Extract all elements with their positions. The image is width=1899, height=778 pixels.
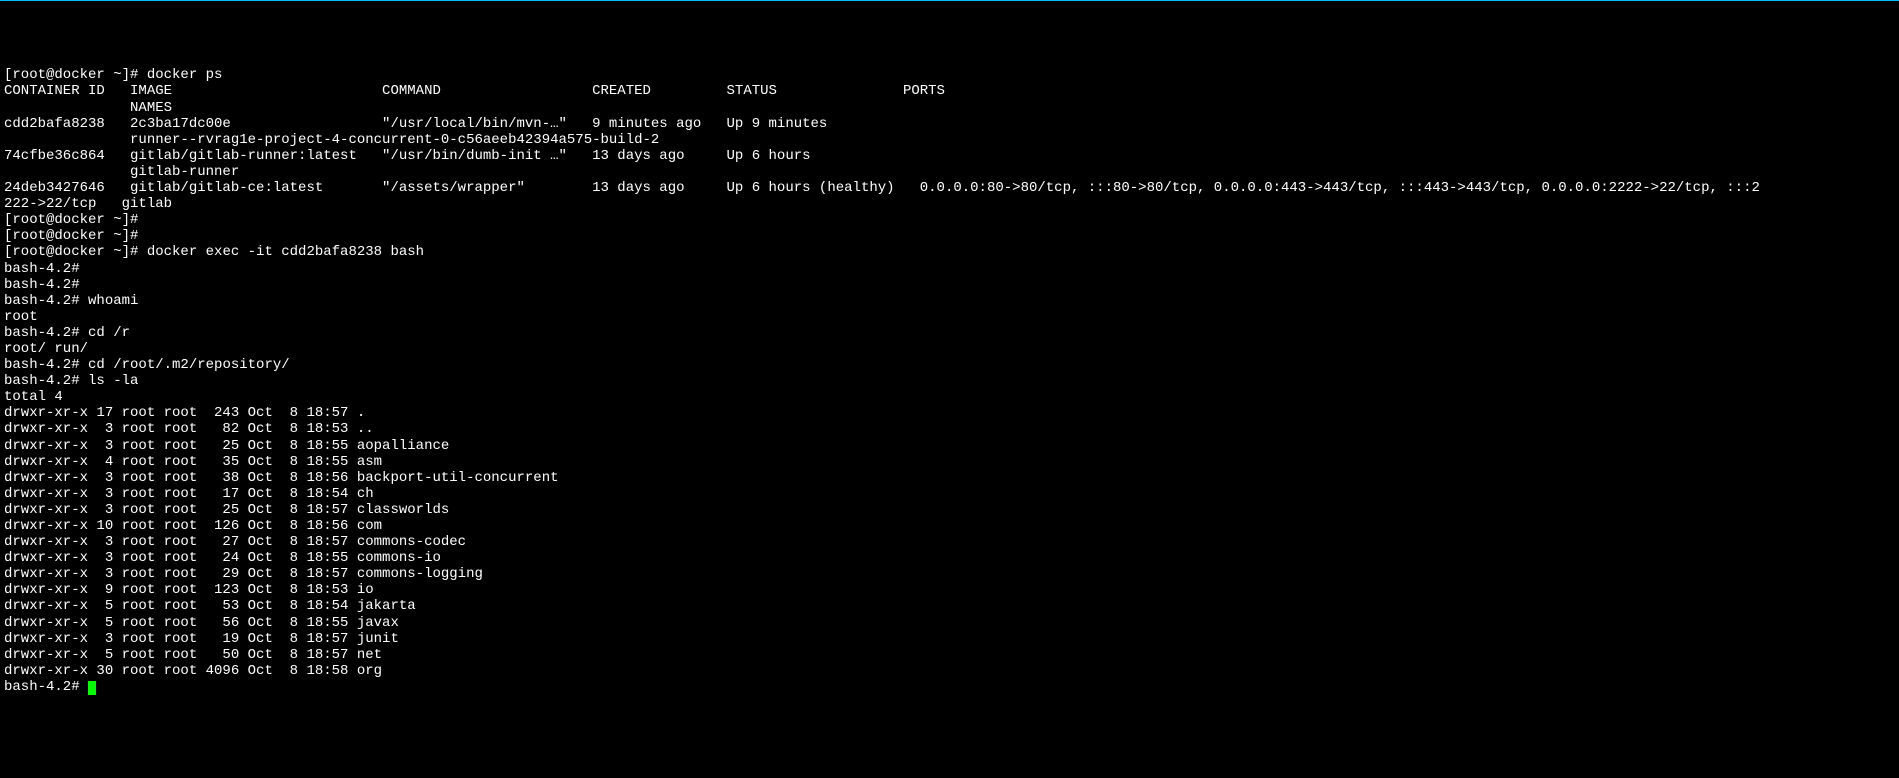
- ls-row: drwxr-xr-x 5 root root 53 Oct 8 18:54 ja…: [4, 598, 416, 614]
- container-row-1-names: runner--rvrag1e-project-4-concurrent-0-c…: [4, 132, 659, 148]
- ls-row: drwxr-xr-x 3 root root 29 Oct 8 18:57 co…: [4, 566, 483, 582]
- prompt: [root@docker ~]#: [4, 67, 147, 83]
- ls-row: drwxr-xr-x 4 root root 35 Oct 8 18:55 as…: [4, 454, 382, 470]
- bash-prompt: bash-4.2#: [4, 357, 88, 373]
- ls-total: total 4: [4, 389, 63, 405]
- ls-row: drwxr-xr-x 3 root root 19 Oct 8 18:57 ju…: [4, 631, 399, 647]
- ls-row: drwxr-xr-x 10 root root 126 Oct 8 18:56 …: [4, 518, 382, 534]
- bash-prompt: bash-4.2#: [4, 325, 88, 341]
- ls-row: drwxr-xr-x 5 root root 56 Oct 8 18:55 ja…: [4, 615, 399, 631]
- prompt-empty: [root@docker ~]#: [4, 212, 138, 228]
- ls-row: drwxr-xr-x 3 root root 38 Oct 8 18:56 ba…: [4, 470, 559, 486]
- cmd-whoami: whoami: [88, 293, 138, 309]
- bash-prompt: bash-4.2#: [4, 293, 88, 309]
- cd-r-output: root/ run/: [4, 341, 88, 357]
- bash-prompt: bash-4.2#: [4, 261, 88, 277]
- cmd-ls: ls -la: [88, 373, 138, 389]
- cmd-cd-m2: cd /root/.m2/repository/: [88, 357, 290, 373]
- prompt: [root@docker ~]#: [4, 244, 147, 260]
- ls-row: drwxr-xr-x 3 root root 25 Oct 8 18:57 cl…: [4, 502, 449, 518]
- bash-prompt: bash-4.2#: [4, 277, 88, 293]
- ls-row: drwxr-xr-x 17 root root 243 Oct 8 18:57 …: [4, 405, 365, 421]
- ls-row: drwxr-xr-x 3 root root 25 Oct 8 18:55 ao…: [4, 438, 449, 454]
- container-row-3-wrap: 222->22/tcp gitlab: [4, 196, 172, 212]
- container-row-3: 24deb3427646 gitlab/gitlab-ce:latest "/a…: [4, 180, 1760, 196]
- ls-row: drwxr-xr-x 3 root root 82 Oct 8 18:53 ..: [4, 421, 374, 437]
- cursor: [88, 681, 96, 695]
- ls-row: drwxr-xr-x 3 root root 17 Oct 8 18:54 ch: [4, 486, 374, 502]
- bash-prompt: bash-4.2#: [4, 679, 88, 695]
- cmd-docker-ps: docker ps: [147, 67, 223, 83]
- ls-row: drwxr-xr-x 3 root root 24 Oct 8 18:55 co…: [4, 550, 441, 566]
- whoami-output: root: [4, 309, 38, 325]
- terminal[interactable]: [root@docker ~]# docker ps CONTAINER ID …: [0, 65, 1899, 697]
- container-row-2: 74cfbe36c864 gitlab/gitlab-runner:latest…: [4, 148, 811, 164]
- ps-headers-names: NAMES: [4, 100, 172, 116]
- ls-row: drwxr-xr-x 9 root root 123 Oct 8 18:53 i…: [4, 582, 374, 598]
- ls-row: drwxr-xr-x 30 root root 4096 Oct 8 18:58…: [4, 663, 382, 679]
- prompt-empty: [root@docker ~]#: [4, 228, 138, 244]
- ps-headers: CONTAINER ID IMAGE COMMAND CREATED STATU…: [4, 83, 945, 99]
- bash-prompt: bash-4.2#: [4, 373, 88, 389]
- ls-row: drwxr-xr-x 5 root root 50 Oct 8 18:57 ne…: [4, 647, 382, 663]
- cmd-docker-exec: docker exec -it cdd2bafa8238 bash: [147, 244, 424, 260]
- ls-row: drwxr-xr-x 3 root root 27 Oct 8 18:57 co…: [4, 534, 466, 550]
- container-row-2-names: gitlab-runner: [4, 164, 239, 180]
- container-row-1: cdd2bafa8238 2c3ba17dc00e "/usr/local/bi…: [4, 116, 827, 132]
- cmd-cd-r: cd /r: [88, 325, 130, 341]
